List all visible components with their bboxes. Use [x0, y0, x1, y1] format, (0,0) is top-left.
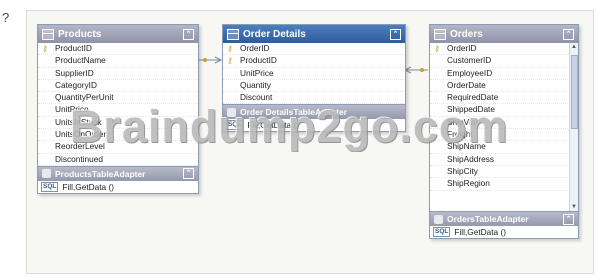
- column-row[interactable]: EmployeeID: [430, 68, 578, 80]
- column-row[interactable]: ⚷ OrderID: [430, 43, 578, 56]
- key-icon: ⚷: [227, 56, 233, 66]
- key-icon: ⚷: [227, 44, 233, 53]
- column-row[interactable]: Discontinued: [38, 154, 198, 166]
- order-details-table-header[interactable]: Order Details ⌃: [223, 25, 405, 43]
- collapse-icon[interactable]: ⌃: [183, 28, 194, 40]
- scroll-thumb[interactable]: [571, 55, 578, 129]
- adapter-icon: [42, 169, 51, 179]
- products-table-title: Products: [58, 28, 102, 40]
- collapse-icon[interactable]: ⌃: [183, 168, 194, 180]
- column-row[interactable]: ⚷ ProductID: [223, 55, 405, 68]
- column-row[interactable]: ⚷ OrderID: [223, 43, 405, 56]
- orders-table-title: Orders: [450, 28, 483, 40]
- table-icon: [42, 28, 54, 40]
- column-row[interactable]: ShipRegion: [430, 178, 578, 191]
- sql-icon: SQL: [433, 227, 451, 237]
- column-row[interactable]: Quantity: [223, 80, 405, 93]
- key-icon: ⚷: [42, 44, 48, 53]
- column-row[interactable]: ShipCity: [430, 166, 578, 179]
- column-row[interactable]: CategoryID: [38, 80, 198, 93]
- orders-scrollbar[interactable]: ▲ ▼: [569, 43, 578, 211]
- watermark: Braindump2go.com: [70, 101, 509, 152]
- products-table-header[interactable]: Products ⌃: [38, 25, 198, 43]
- scroll-down-icon[interactable]: ▼: [570, 203, 578, 211]
- relation-orders-orderdetails[interactable]: [403, 66, 428, 74]
- column-row[interactable]: UnitPrice: [223, 68, 405, 80]
- collapse-icon[interactable]: ⌃: [390, 28, 401, 40]
- order-details-table-title: Order Details: [243, 28, 306, 40]
- adapter-query-row[interactable]: SQL Fill,GetData (): [38, 181, 198, 193]
- column-row[interactable]: ShipAddress: [430, 154, 578, 166]
- sql-icon: SQL: [41, 181, 59, 192]
- column-row[interactable]: ⚷ ProductID: [38, 43, 198, 56]
- column-row[interactable]: CustomerID: [430, 55, 578, 68]
- collapse-icon[interactable]: ⌃: [563, 213, 574, 225]
- table-icon: [227, 28, 239, 40]
- scroll-up-icon[interactable]: ▲: [570, 43, 578, 51]
- relation-products-orderdetails[interactable]: [199, 56, 223, 64]
- orders-tableadapter-header[interactable]: OrdersTableAdapter ⌃: [430, 211, 578, 226]
- key-icon: ⚷: [434, 44, 440, 53]
- products-tableadapter-header[interactable]: ProductsTableAdapter ⌃: [38, 165, 198, 181]
- column-row[interactable]: ProductName: [38, 55, 198, 68]
- collapse-icon[interactable]: ⌃: [563, 28, 574, 40]
- adapter-icon: [434, 214, 443, 224]
- order-details-columns: ⚷ OrderID ⚷ ProductID UnitPrice Quantity D…: [223, 43, 405, 105]
- table-icon: [434, 28, 446, 40]
- column-row[interactable]: OrderDate: [430, 80, 578, 93]
- orders-table-header[interactable]: Orders ⌃: [430, 25, 578, 43]
- adapter-query-row[interactable]: SQL Fill,GetData (): [430, 226, 578, 238]
- column-row[interactable]: SupplierID: [38, 68, 198, 80]
